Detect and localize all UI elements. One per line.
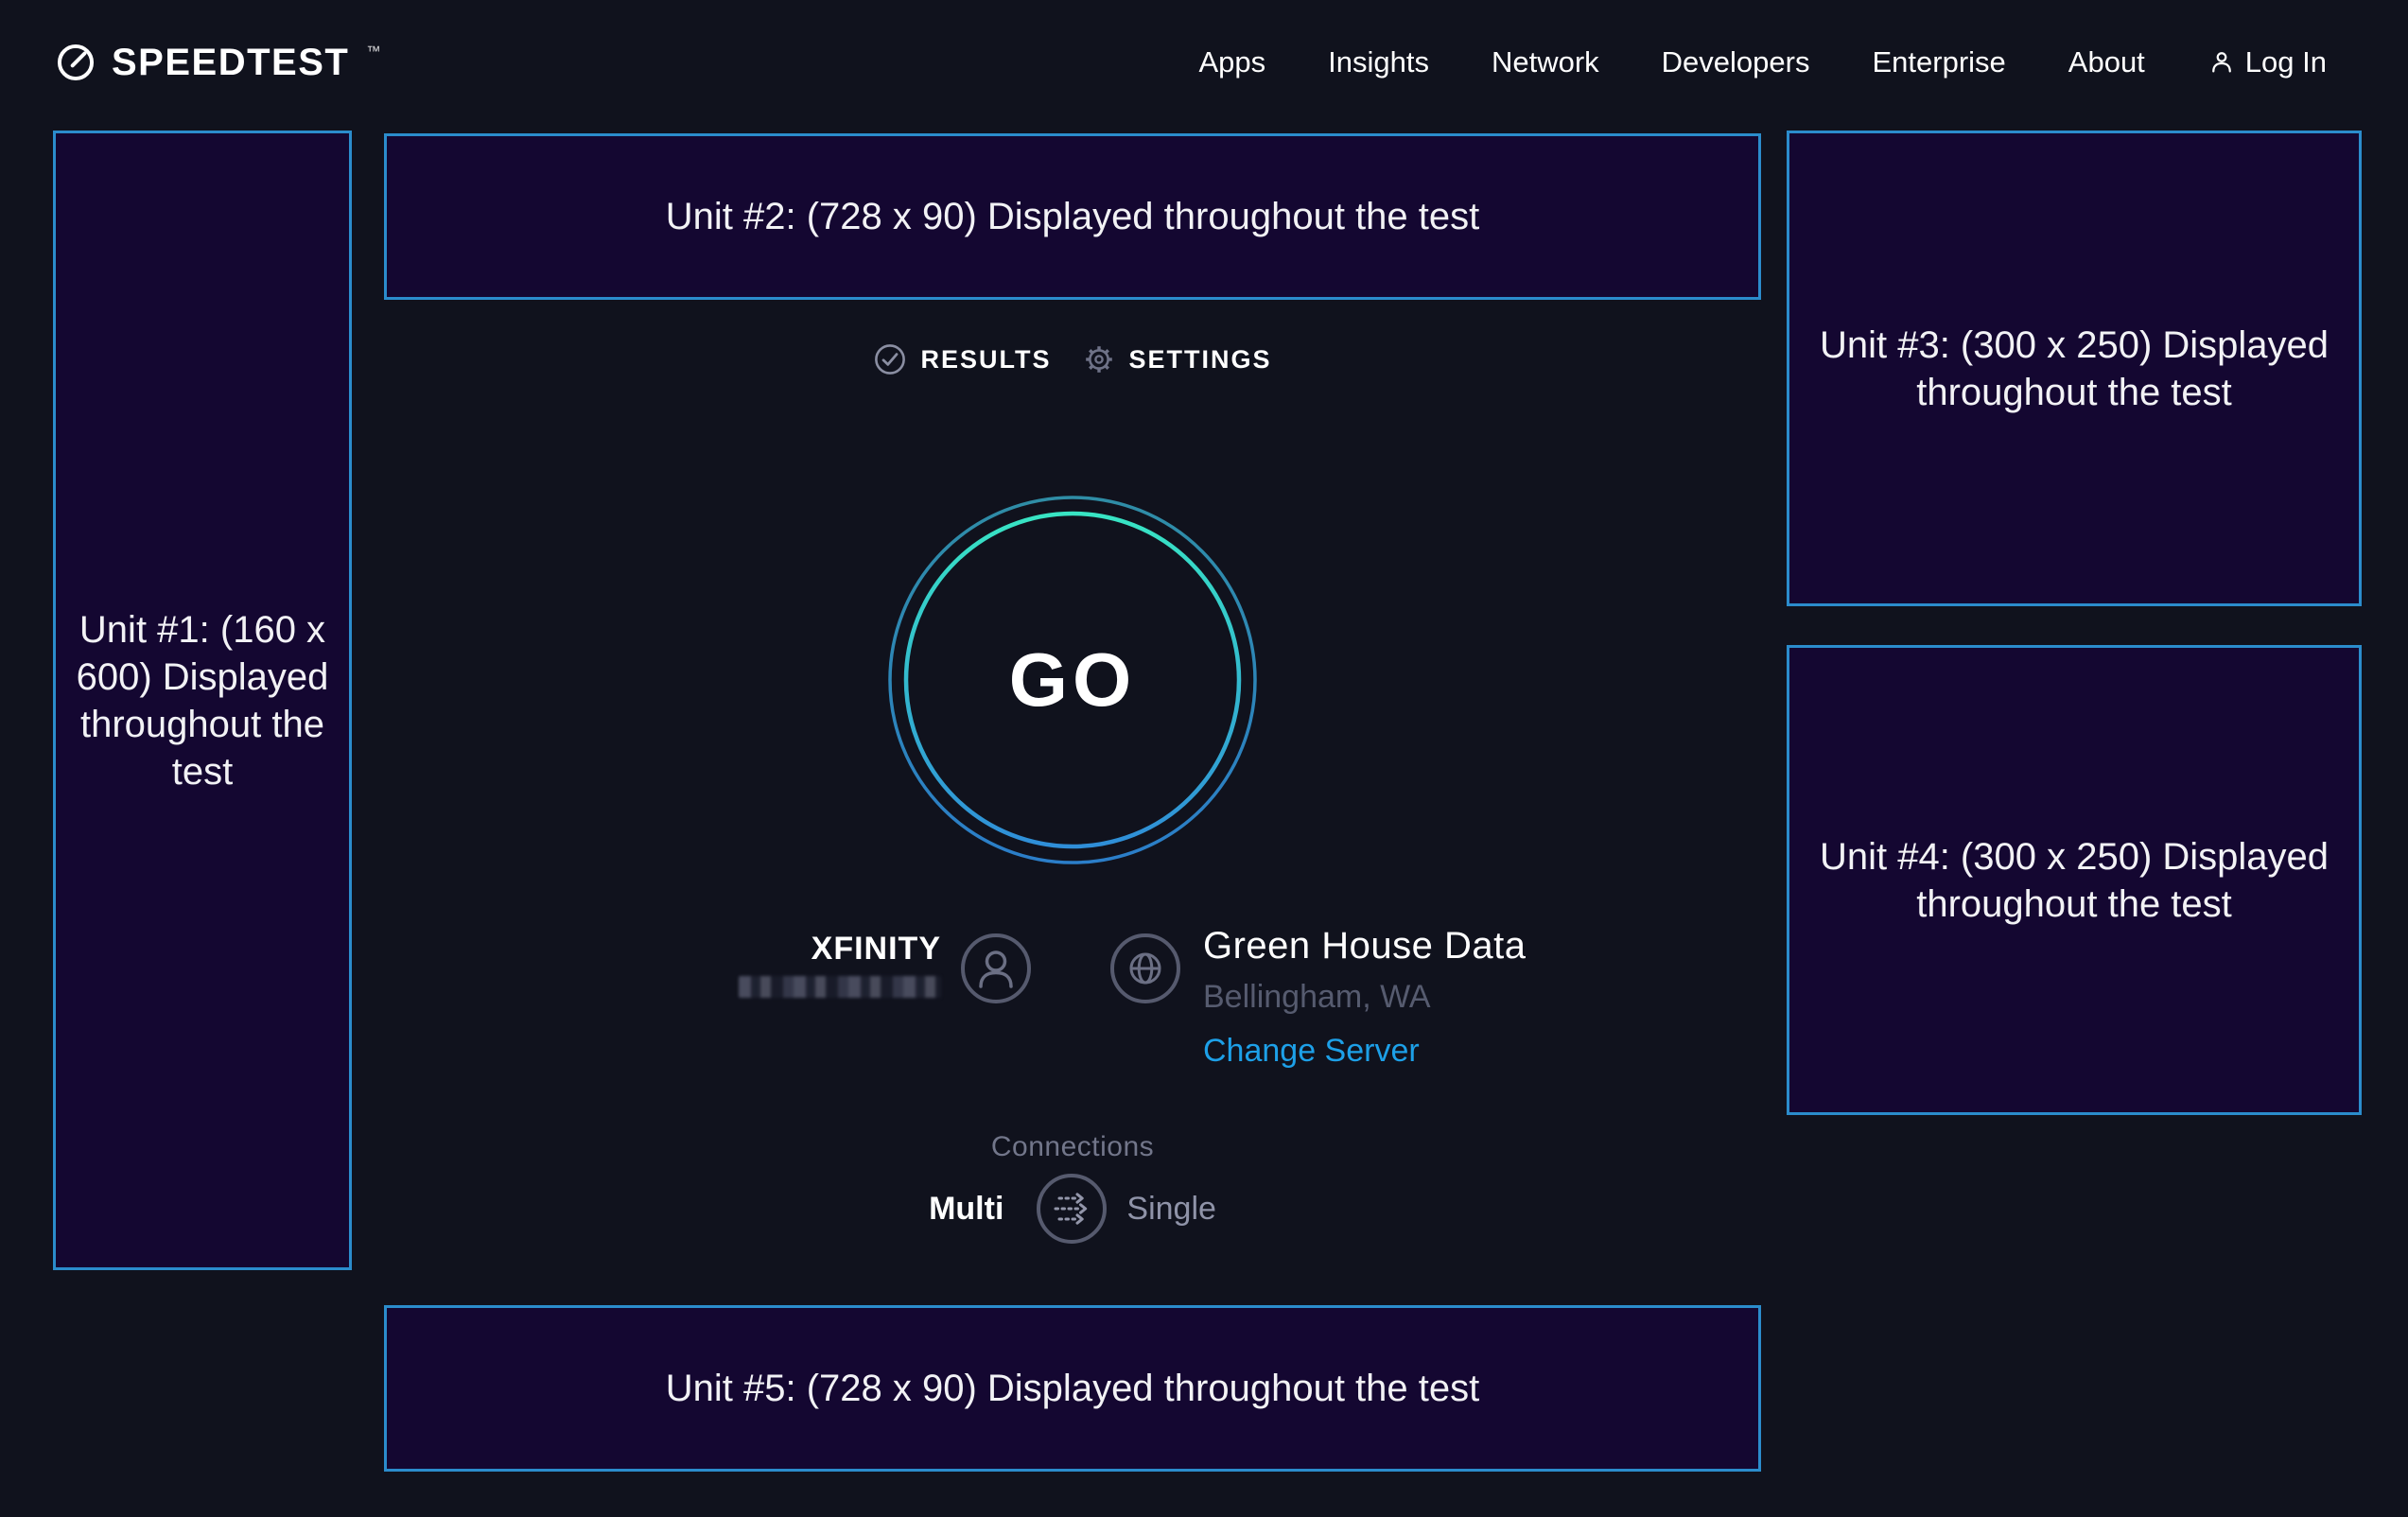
check-circle-icon — [873, 342, 907, 376]
brand-name: SPEEDTEST — [112, 42, 349, 84]
speedtest-page: SPEEDTEST ™ Apps Insights Network Develo… — [0, 0, 2408, 1517]
change-server-link[interactable]: Change Server — [1203, 1033, 1420, 1070]
ad-unit-3[interactable]: Unit #3: (300 x 250) Displayed throughou… — [1787, 131, 2362, 606]
globe-icon — [1109, 933, 1181, 1004]
ad-unit-4-text: Unit #4: (300 x 250) Displayed throughou… — [1789, 833, 2359, 928]
isp-name[interactable]: XFINITY — [811, 931, 941, 968]
ad-unit-1[interactable]: Unit #1: (160 x 600) Displayed throughou… — [53, 131, 352, 1270]
ad-unit-1-text: Unit #1: (160 x 600) Displayed throughou… — [56, 606, 349, 795]
isp-block: XFINITY — [384, 919, 1073, 1070]
main-test-area: Unit #2: (728 x 90) Displayed throughout… — [384, 0, 1761, 1517]
connections-row: Multi Singl — [384, 1173, 1761, 1245]
speedometer-icon — [55, 42, 96, 83]
connections-single-label[interactable]: Single — [1126, 1191, 1216, 1228]
tabs-row: RESULTS — [384, 342, 1761, 376]
isp-stack: XFINITY — [739, 931, 941, 998]
ad-unit-2-text: Unit #2: (728 x 90) Displayed throughout… — [647, 193, 1499, 240]
multi-connection-arrows-icon — [1036, 1173, 1108, 1245]
server-stack: Green House Data Bellingham, WA Change S… — [1203, 925, 1527, 1070]
tab-results-label: RESULTS — [920, 345, 1051, 375]
ad-unit-3-text: Unit #3: (300 x 250) Displayed throughou… — [1789, 322, 2359, 416]
ad-unit-4[interactable]: Unit #4: (300 x 250) Displayed throughou… — [1787, 645, 2362, 1115]
speedtest-logo[interactable]: SPEEDTEST ™ — [55, 42, 380, 84]
go-button-label: GO — [887, 495, 1258, 865]
tab-settings[interactable]: SETTINGS — [1082, 342, 1272, 376]
tab-settings-label: SETTINGS — [1129, 345, 1272, 375]
tab-results[interactable]: RESULTS — [873, 342, 1051, 376]
server-block: Green House Data Bellingham, WA Change S… — [1073, 919, 1761, 1070]
go-button[interactable]: GO — [887, 495, 1258, 865]
brand-trademark: ™ — [366, 44, 380, 60]
server-location: Bellingham, WA — [1203, 979, 1431, 1016]
connections-label: Connections — [384, 1131, 1761, 1163]
isp-user-icon — [960, 933, 1032, 1004]
nav-item-enterprise[interactable]: Enterprise — [1872, 45, 2005, 79]
user-icon — [2207, 48, 2236, 77]
ad-unit-2[interactable]: Unit #2: (728 x 90) Displayed throughout… — [384, 133, 1761, 300]
connection-info-row: XFINITY — [384, 919, 1761, 1070]
redacted-ip-pixelated — [739, 976, 941, 998]
ad-unit-5-text: Unit #5: (728 x 90) Displayed throughout… — [647, 1365, 1499, 1412]
server-name: Green House Data — [1203, 925, 1527, 968]
connections-toggle-button[interactable] — [1036, 1173, 1108, 1245]
login-label: Log In — [2245, 45, 2327, 79]
login-button[interactable]: Log In — [2207, 45, 2327, 79]
nav-item-about[interactable]: About — [2068, 45, 2145, 79]
connections-multi-label[interactable]: Multi — [929, 1191, 1003, 1228]
ad-unit-5[interactable]: Unit #5: (728 x 90) Displayed throughout… — [384, 1305, 1761, 1472]
gear-icon — [1082, 342, 1116, 376]
